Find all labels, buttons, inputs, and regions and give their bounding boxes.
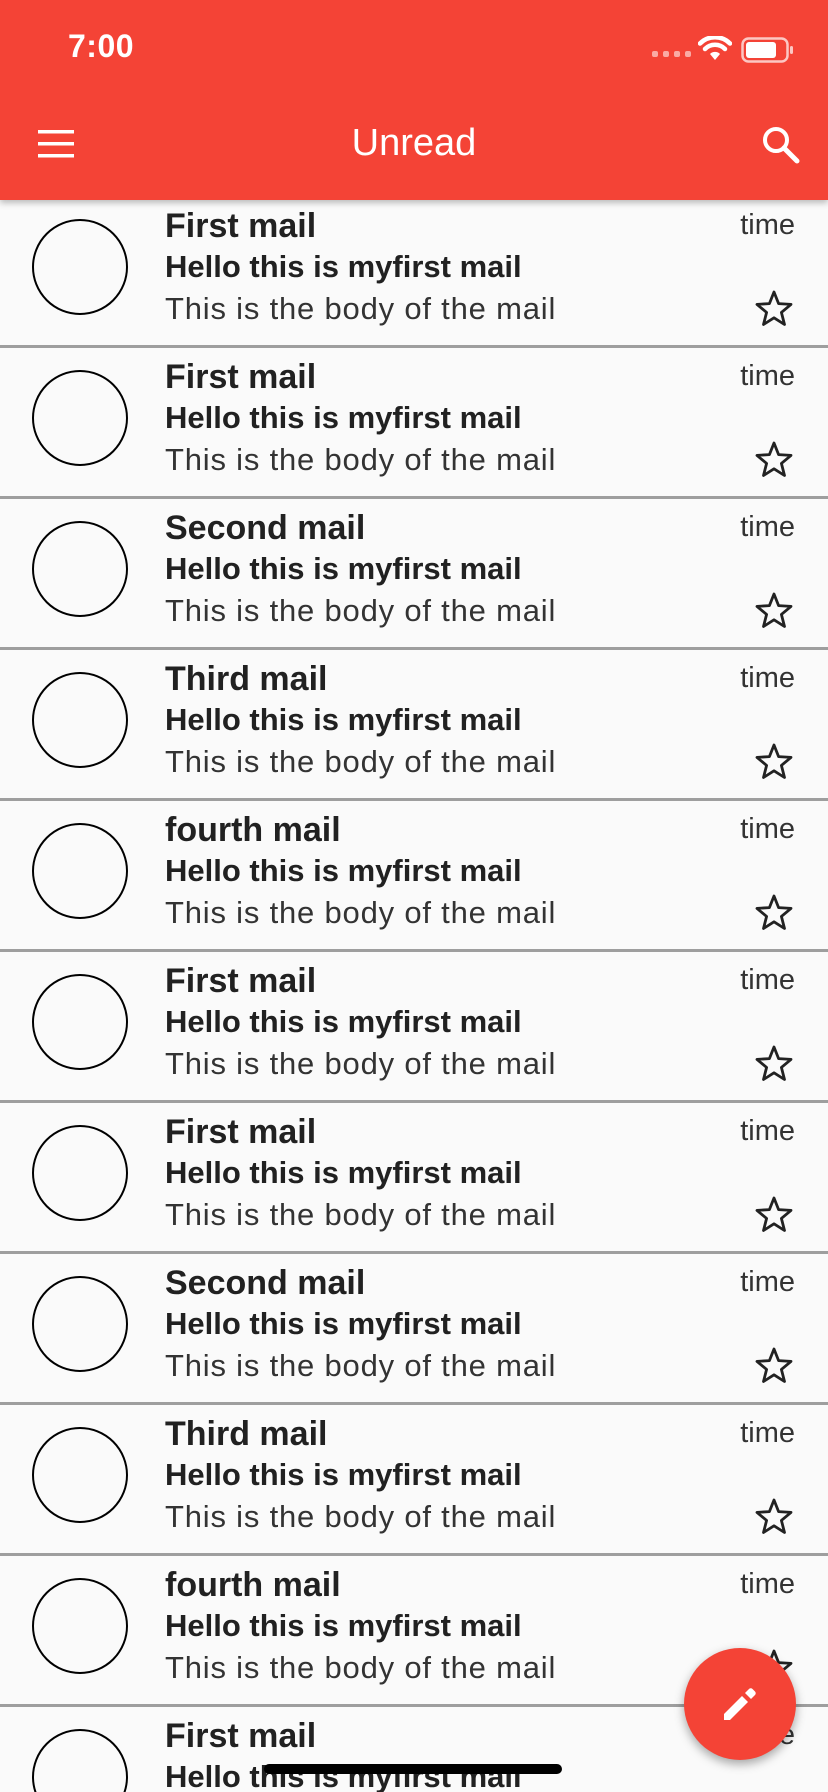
- avatar: [32, 521, 128, 617]
- mail-preview: This is the body of the mail: [165, 291, 557, 326]
- pencil-icon: [724, 1688, 756, 1720]
- mail-sender: fourth mail: [165, 1566, 341, 1604]
- avatar: [32, 219, 128, 315]
- mail-time: time: [740, 511, 795, 543]
- mail-time: time: [740, 964, 795, 996]
- mail-subject: Hello this is myfirst mail: [165, 249, 522, 284]
- mail-preview: This is the body of the mail: [165, 1650, 557, 1685]
- home-indicator[interactable]: [264, 1764, 562, 1774]
- mail-list-item[interactable]: fourth mail Hello this is myfirst mail T…: [0, 801, 828, 952]
- mail-time: time: [740, 360, 795, 392]
- mail-list-item[interactable]: Second mail Hello this is myfirst mail T…: [0, 499, 828, 650]
- star-icon[interactable]: [754, 1346, 794, 1386]
- mail-preview: This is the body of the mail: [165, 744, 557, 779]
- mail-sender: First mail: [165, 962, 317, 1000]
- avatar: [32, 1427, 128, 1523]
- compose-button[interactable]: [684, 1648, 796, 1760]
- screen: 7:00 Unread First mail Hello this is myf…: [0, 0, 828, 1792]
- avatar: [32, 1729, 128, 1792]
- mail-time: time: [740, 662, 795, 694]
- mail-time: time: [740, 1417, 795, 1449]
- avatar: [32, 370, 128, 466]
- star-icon[interactable]: [754, 1497, 794, 1537]
- mail-subject: Hello this is myfirst mail: [165, 702, 522, 737]
- star-icon[interactable]: [754, 591, 794, 631]
- star-icon[interactable]: [754, 440, 794, 480]
- avatar: [32, 1276, 128, 1372]
- avatar: [32, 1578, 128, 1674]
- mail-preview: This is the body of the mail: [165, 1046, 557, 1081]
- mail-sender: First mail: [165, 1717, 317, 1755]
- mail-subject: Hello this is myfirst mail: [165, 1155, 522, 1190]
- mail-subject: Hello this is myfirst mail: [165, 1306, 522, 1341]
- mail-subject: Hello this is myfirst mail: [165, 1608, 522, 1643]
- mail-sender: fourth mail: [165, 811, 341, 849]
- mail-subject: Hello this is myfirst mail: [165, 551, 522, 586]
- search-icon[interactable]: [760, 124, 800, 164]
- mail-list-item[interactable]: First mail Hello this is myfirst mail Th…: [0, 952, 828, 1103]
- mail-sender: First mail: [165, 207, 317, 245]
- mail-list-item[interactable]: First mail Hello this is myfirst mail Th…: [0, 348, 828, 499]
- mail-sender: Third mail: [165, 1415, 328, 1453]
- mail-preview: This is the body of the mail: [165, 1499, 557, 1534]
- mail-preview: This is the body of the mail: [165, 1348, 557, 1383]
- mail-time: time: [740, 1266, 795, 1298]
- avatar: [32, 823, 128, 919]
- mail-subject: Hello this is myfirst mail: [165, 1004, 522, 1039]
- avatar: [32, 672, 128, 768]
- star-icon[interactable]: [754, 289, 794, 329]
- status-time: 7:00: [68, 28, 135, 64]
- mail-preview: This is the body of the mail: [165, 593, 557, 628]
- mail-sender: Third mail: [165, 660, 328, 698]
- mail-preview: This is the body of the mail: [165, 895, 557, 930]
- mail-list-item[interactable]: Second mail Hello this is myfirst mail T…: [0, 1254, 828, 1405]
- mail-list-item[interactable]: Third mail Hello this is myfirst mail Th…: [0, 650, 828, 801]
- mail-time: time: [740, 1115, 795, 1147]
- mail-sender: Second mail: [165, 509, 366, 547]
- battery-icon: [741, 37, 793, 63]
- app-bar: 7:00 Unread: [0, 0, 828, 200]
- page-title: Unread: [351, 122, 477, 164]
- mail-list-item[interactable]: First mail Hello this is myfirst mail Th…: [0, 197, 828, 348]
- star-icon[interactable]: [754, 1044, 794, 1084]
- mail-list-item[interactable]: First mail Hello this is myfirst mail Th…: [0, 1103, 828, 1254]
- mail-sender: First mail: [165, 358, 317, 396]
- mail-time: time: [740, 813, 795, 845]
- wifi-icon: [698, 36, 732, 60]
- star-icon[interactable]: [754, 742, 794, 782]
- avatar: [32, 974, 128, 1070]
- mail-list: First mail Hello this is myfirst mail Th…: [0, 197, 828, 1792]
- mail-sender: Second mail: [165, 1264, 366, 1302]
- mail-time: time: [740, 209, 795, 241]
- mail-preview: This is the body of the mail: [165, 442, 557, 477]
- mail-preview: This is the body of the mail: [165, 1197, 557, 1232]
- mail-sender: First mail: [165, 1113, 317, 1151]
- avatar: [32, 1125, 128, 1221]
- star-icon[interactable]: [754, 1195, 794, 1235]
- cellular-signal-icon: [652, 51, 691, 57]
- mail-subject: Hello this is myfirst mail: [165, 1457, 522, 1492]
- mail-subject: Hello this is myfirst mail: [165, 400, 522, 435]
- mail-time: time: [740, 1568, 795, 1600]
- star-icon[interactable]: [754, 893, 794, 933]
- mail-list-item[interactable]: Third mail Hello this is myfirst mail Th…: [0, 1405, 828, 1556]
- mail-subject: Hello this is myfirst mail: [165, 853, 522, 888]
